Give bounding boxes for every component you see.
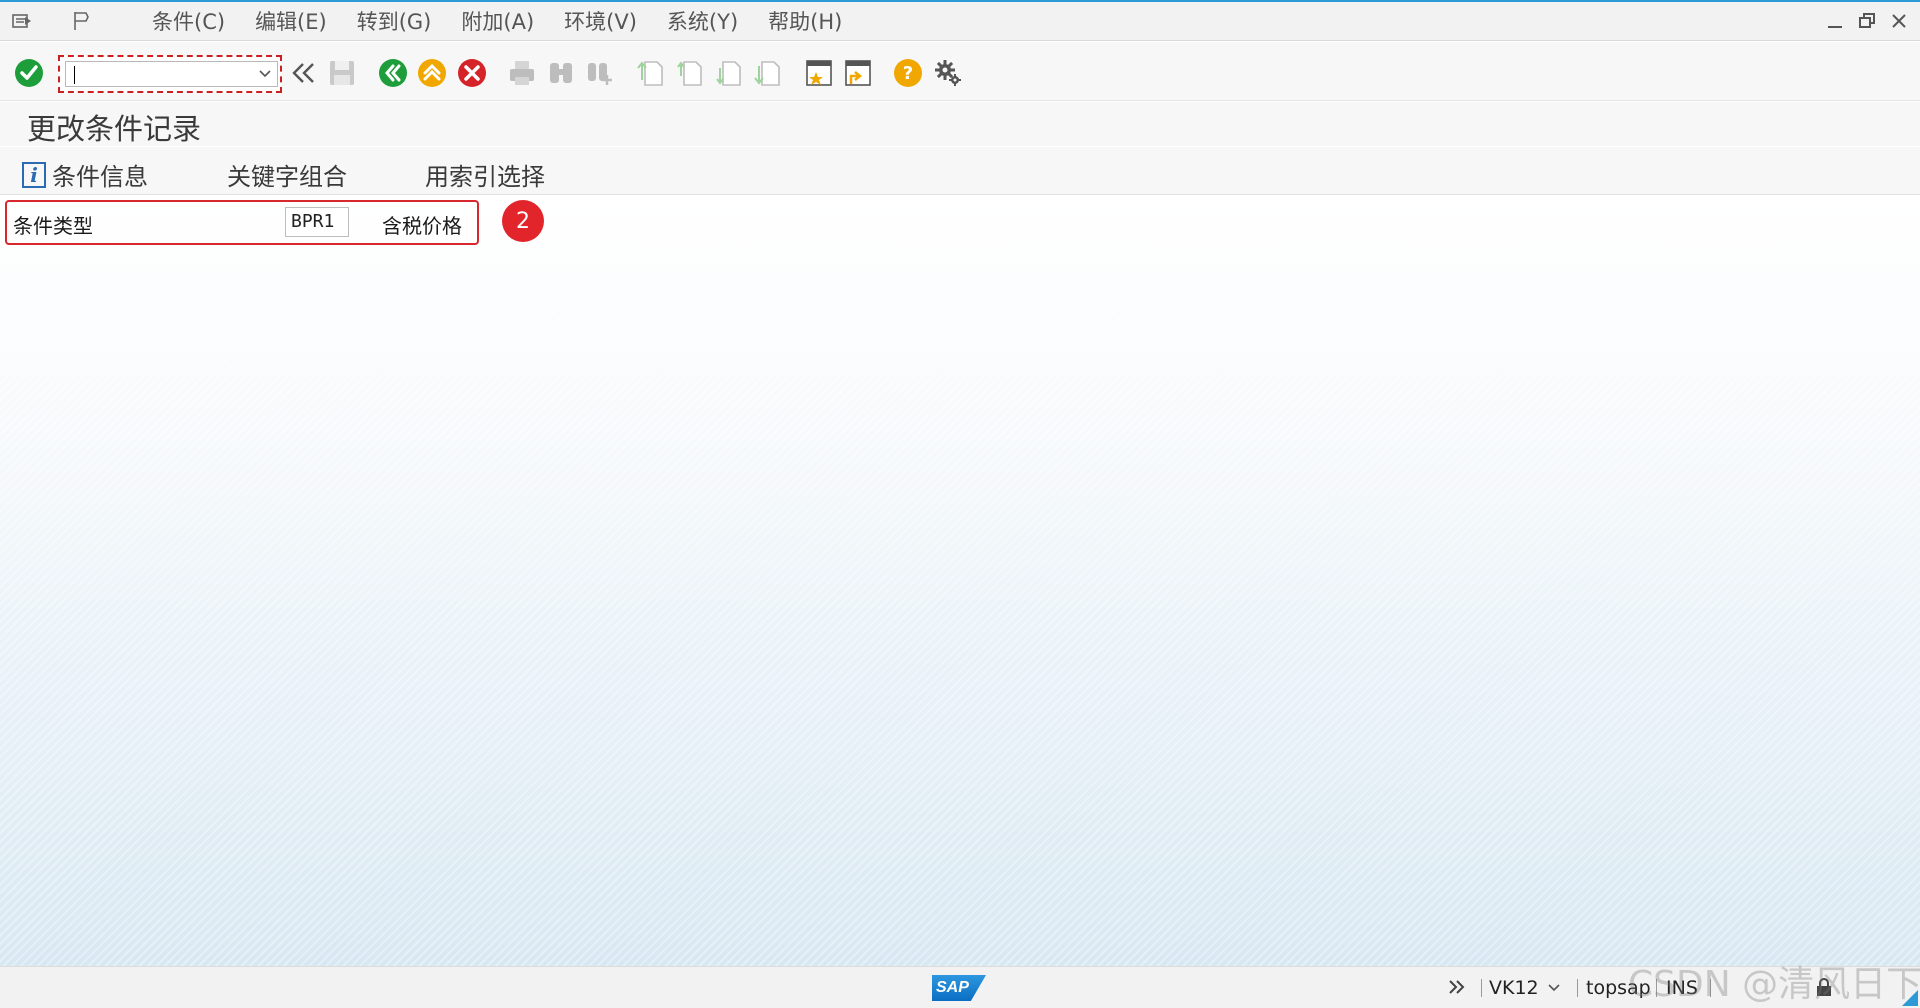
menu-environment[interactable]: 环境(V) xyxy=(564,6,637,36)
menu-condition[interactable]: 条件(C) xyxy=(152,6,225,36)
new-session-icon[interactable] xyxy=(804,58,834,88)
index-selection-label: 用索引选择 xyxy=(425,163,545,191)
main-content: 条件类型 BPR1 含税价格 2 xyxy=(0,196,1920,966)
close-window-icon[interactable] xyxy=(1890,12,1908,30)
condition-type-input[interactable]: BPR1 xyxy=(285,207,349,237)
exit-icon[interactable] xyxy=(417,58,447,88)
application-toolbar: i 条件信息 关键字组合 用索引选择 xyxy=(0,147,1920,195)
menu-goto[interactable]: 转到(G) xyxy=(357,6,432,36)
transaction-code: VK12 xyxy=(1489,977,1539,999)
enter-check-icon[interactable] xyxy=(14,58,44,88)
chevron-down-icon[interactable] xyxy=(1547,977,1561,1002)
text-caret xyxy=(74,66,75,84)
help-icon[interactable]: ? xyxy=(893,58,923,88)
last-page-icon[interactable] xyxy=(753,58,783,88)
page-title: 更改条件记录 xyxy=(27,112,202,146)
settings-gear-icon[interactable] xyxy=(933,58,963,88)
info-icon: i xyxy=(22,161,46,188)
insert-mode: INS xyxy=(1666,977,1698,999)
standard-toolbar: ? xyxy=(0,42,1920,101)
step-number-badge: 2 xyxy=(502,200,544,242)
command-field[interactable] xyxy=(65,61,278,87)
title-bar: 更改条件记录 xyxy=(0,102,1920,146)
save-icon[interactable] xyxy=(327,58,357,88)
status-separator xyxy=(1577,979,1578,997)
condition-type-description: 含税价格 xyxy=(382,214,462,238)
menu-edit[interactable]: 编辑(E) xyxy=(255,6,327,36)
minimize-icon[interactable] xyxy=(1826,12,1844,30)
chevron-down-icon[interactable] xyxy=(257,64,273,84)
shortcut-icon[interactable] xyxy=(843,58,873,88)
status-separator xyxy=(1710,979,1711,997)
condition-type-highlight: 条件类型 BPR1 含税价格 xyxy=(5,200,479,245)
menu-system[interactable]: 系统(Y) xyxy=(667,6,738,36)
menu-extras[interactable]: 附加(A) xyxy=(461,6,534,36)
next-page-icon[interactable] xyxy=(714,58,744,88)
index-selection-button[interactable]: 用索引选择 xyxy=(425,157,545,192)
key-combination-label: 关键字组合 xyxy=(227,163,347,191)
status-expand-icon[interactable] xyxy=(1447,977,1467,1002)
status-bar: SAP VK12 topsap INS xyxy=(0,966,1920,1008)
find-next-icon[interactable] xyxy=(585,58,615,88)
cancel-icon[interactable] xyxy=(457,58,487,88)
sap-logo: SAP xyxy=(932,975,986,1001)
sap-menu-icon[interactable] xyxy=(12,11,32,31)
condition-info-button[interactable]: i 条件信息 xyxy=(22,157,148,192)
restore-icon[interactable] xyxy=(1858,12,1876,30)
key-combination-button[interactable]: 关键字组合 xyxy=(227,157,347,192)
print-icon[interactable] xyxy=(507,58,537,88)
status-separator xyxy=(1656,979,1657,997)
condition-info-label: 条件信息 xyxy=(52,163,148,191)
status-separator xyxy=(1481,979,1482,997)
flag-icon[interactable] xyxy=(72,11,92,31)
double-chevron-left-icon[interactable] xyxy=(288,58,318,88)
resize-grip-icon[interactable] xyxy=(1902,990,1918,1006)
lock-icon[interactable] xyxy=(1815,977,1833,1002)
system-name: topsap xyxy=(1586,977,1651,999)
menu-help[interactable]: 帮助(H) xyxy=(768,6,842,36)
command-field-highlight xyxy=(58,55,282,93)
find-icon[interactable] xyxy=(546,58,576,88)
window-controls xyxy=(1826,12,1908,30)
back-icon[interactable] xyxy=(378,58,408,88)
svg-text:?: ? xyxy=(903,63,913,84)
menu-bar: 条件(C) 编辑(E) 转到(G) 附加(A) 环境(V) 系统(Y) 帮助(H… xyxy=(0,2,1920,41)
previous-page-icon[interactable] xyxy=(675,58,705,88)
first-page-icon[interactable] xyxy=(636,58,666,88)
condition-type-label: 条件类型 xyxy=(13,214,93,238)
